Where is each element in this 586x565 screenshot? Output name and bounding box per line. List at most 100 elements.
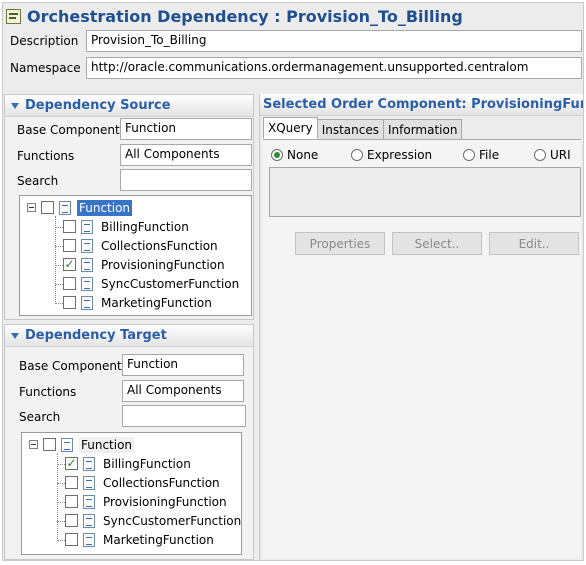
dependency-source-section: Dependency Source Base Component Functio… [4, 94, 254, 320]
tree-item-label[interactable]: ProvisioningFunction [99, 257, 227, 273]
radio-none-label: None [287, 148, 319, 162]
dependency-target-header[interactable]: Dependency Target [5, 325, 253, 347]
function-icon [81, 238, 93, 253]
radio-button-selected[interactable] [271, 149, 283, 161]
properties-button[interactable]: Properties [295, 232, 385, 255]
target-tree[interactable]: Function ✓ BillingFunction CollectionsFu… [21, 432, 242, 555]
description-row: Description Provision_To_Billing [10, 30, 582, 52]
tree-connector [57, 453, 58, 541]
radio-button[interactable] [351, 149, 363, 161]
tree-root-row[interactable]: Function [27, 198, 133, 217]
function-icon [81, 295, 93, 310]
tree-item[interactable]: MarketingFunction [63, 293, 214, 312]
tree-item-label[interactable]: MarketingFunction [101, 532, 216, 548]
tree-checkbox[interactable] [65, 476, 78, 489]
tree-item-label[interactable]: CollectionsFunction [101, 475, 222, 491]
tree-connector [55, 216, 56, 304]
tree-checkbox[interactable] [63, 277, 76, 290]
page-title: Orchestration Dependency : Provision_To_… [27, 6, 463, 26]
source-tree[interactable]: Function BillingFunction CollectionsFunc… [19, 195, 252, 316]
xquery-tab-content: None Expression File URI Properties Sele… [263, 139, 581, 559]
tree-root-label[interactable]: Function [79, 436, 135, 453]
tree-item-label[interactable]: ProvisioningFunction [101, 494, 229, 510]
source-base-component-label: Base Component [17, 123, 120, 137]
tree-item[interactable]: ProvisioningFunction [65, 492, 229, 511]
tree-item[interactable]: ✓ ProvisioningFunction [63, 255, 227, 274]
tree-item[interactable]: ✓ BillingFunction [65, 454, 193, 473]
expression-area[interactable] [269, 167, 581, 217]
tree-root-label[interactable]: Function [77, 199, 133, 216]
function-icon [59, 200, 71, 215]
collapse-icon[interactable] [11, 102, 19, 109]
tree-item[interactable]: MarketingFunction [65, 530, 216, 549]
target-functions-field[interactable]: All Components [122, 380, 244, 402]
radio-file[interactable]: File [463, 148, 499, 162]
tree-item-label[interactable]: BillingFunction [101, 456, 193, 472]
radio-none[interactable]: None [271, 148, 318, 162]
tree-checkbox[interactable] [65, 495, 78, 508]
dependency-target-section: Dependency Target Base Component Functio… [4, 324, 254, 560]
function-icon [61, 437, 73, 452]
function-icon [81, 219, 93, 234]
tree-checkbox-checked[interactable]: ✓ [65, 457, 78, 470]
radio-expression-label: Expression [367, 148, 433, 162]
function-icon [81, 276, 93, 291]
namespace-row: Namespace http://oracle.communications.o… [10, 57, 582, 79]
edit-button[interactable]: Edit.. [489, 232, 579, 255]
source-base-component-field[interactable]: Function [120, 118, 252, 140]
tree-item[interactable]: SyncCustomerFunction [63, 274, 241, 293]
target-base-component-field[interactable]: Function [122, 354, 244, 376]
function-icon [83, 532, 95, 547]
tree-checkbox[interactable] [65, 533, 78, 546]
tab-information[interactable]: Information [383, 119, 463, 139]
source-search-input[interactable] [120, 169, 252, 191]
dependency-source-header[interactable]: Dependency Source [5, 95, 253, 117]
tree-item[interactable]: BillingFunction [63, 217, 191, 236]
radio-button[interactable] [463, 149, 475, 161]
tree-checkbox[interactable] [43, 438, 56, 451]
tree-item-label[interactable]: SyncCustomerFunction [99, 276, 241, 292]
radio-uri[interactable]: URI [534, 148, 571, 162]
description-label: Description [10, 34, 79, 48]
selected-component-panel: Selected Order Component: ProvisioningFu… [259, 94, 583, 560]
dependency-editor-icon [6, 8, 21, 24]
function-icon [83, 475, 95, 490]
collapse-toggle-icon[interactable] [29, 440, 38, 449]
dependency-target-title: Dependency Target [25, 328, 167, 343]
tab-xquery[interactable]: XQuery [263, 117, 318, 139]
tree-checkbox[interactable] [41, 201, 54, 214]
tree-item-label[interactable]: MarketingFunction [99, 295, 214, 311]
radio-file-label: File [479, 148, 500, 162]
target-functions-label: Functions [19, 385, 77, 399]
tree-item[interactable]: CollectionsFunction [65, 473, 222, 492]
tree-checkbox[interactable] [63, 239, 76, 252]
tree-item[interactable]: SyncCustomerFunction [65, 511, 243, 530]
tree-root-row[interactable]: Function [29, 435, 135, 454]
tree-checkbox[interactable] [63, 296, 76, 309]
radio-expression[interactable]: Expression [351, 148, 432, 162]
collapse-toggle-icon[interactable] [27, 203, 36, 212]
function-icon [83, 494, 95, 509]
select-button[interactable]: Select.. [392, 232, 482, 255]
radio-button[interactable] [534, 149, 546, 161]
function-icon [81, 257, 93, 272]
tree-item-label[interactable]: SyncCustomerFunction [101, 513, 243, 529]
tree-checkbox-checked[interactable]: ✓ [63, 258, 76, 271]
description-field[interactable]: Provision_To_Billing [86, 30, 582, 52]
tree-checkbox[interactable] [65, 514, 78, 527]
tab-instances[interactable]: Instances [316, 119, 384, 139]
selected-component-title: Selected Order Component: ProvisioningFu… [263, 97, 583, 112]
collapse-icon[interactable] [11, 332, 19, 339]
tree-checkbox[interactable] [63, 220, 76, 233]
target-search-label: Search [19, 410, 61, 424]
target-search-input[interactable] [122, 405, 246, 427]
tree-item[interactable]: CollectionsFunction [63, 236, 220, 255]
function-icon [83, 456, 95, 471]
namespace-field[interactable]: http://oracle.communications.ordermanage… [86, 57, 582, 79]
target-base-component-label: Base Component [19, 359, 122, 373]
dependency-source-title: Dependency Source [25, 98, 171, 113]
title-bar: Orchestration Dependency : Provision_To_… [4, 4, 582, 28]
tree-item-label[interactable]: BillingFunction [99, 219, 191, 235]
tree-item-label[interactable]: CollectionsFunction [99, 238, 220, 254]
source-functions-field[interactable]: All Components [120, 144, 252, 166]
